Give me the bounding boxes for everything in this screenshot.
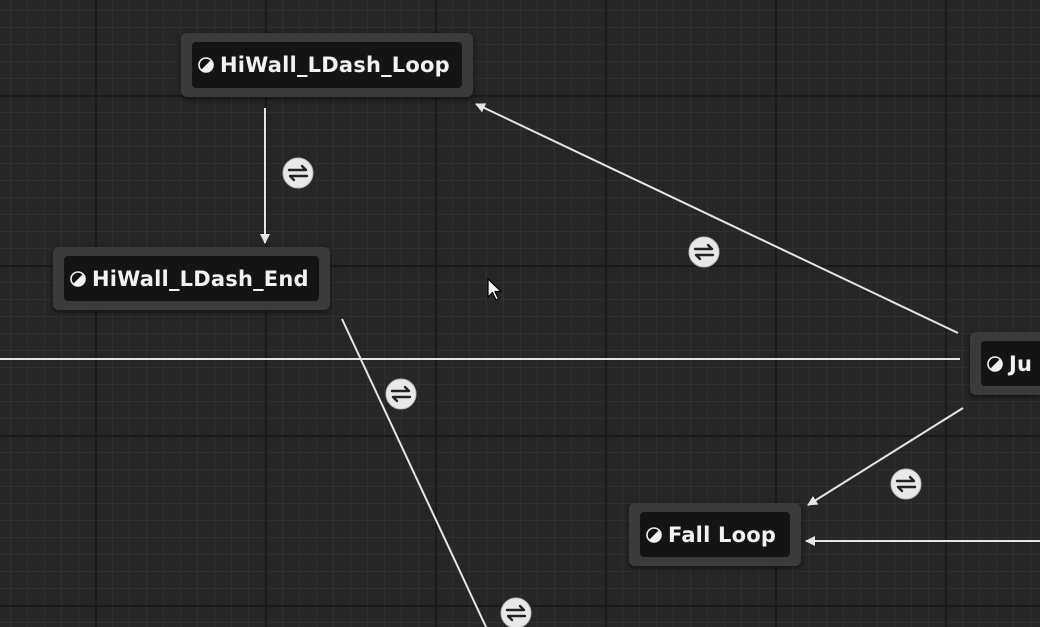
wire-jump-to-fall[interactable] [807, 407, 964, 506]
state-node-title: Fall Loop [640, 512, 790, 557]
state-node-hiwall-ldash-loop[interactable]: HiWall_LDash_Loop [181, 33, 473, 97]
state-machine-graph[interactable]: HiWall_LDash_Loop HiWall_LDash_End Ju Fa… [0, 0, 1040, 627]
state-node-title: HiWall_LDash_End [64, 256, 319, 301]
state-label: HiWall_LDash_End [92, 266, 309, 291]
state-node-title: HiWall_LDash_Loop [192, 42, 462, 88]
mouse-cursor-icon [487, 278, 502, 301]
state-machine-icon [70, 270, 86, 287]
state-node-title: Ju [981, 341, 1040, 386]
transition-rule-icon[interactable] [688, 236, 720, 268]
transition-wires [0, 103, 1040, 627]
wire-jump-to-loop[interactable] [475, 103, 959, 334]
wire-end-to-offscreen[interactable] [341, 318, 487, 627]
state-label: HiWall_LDash_Loop [220, 53, 450, 77]
state-machine-icon [987, 355, 1003, 372]
state-label: Ju [1009, 351, 1033, 376]
state-node-hiwall-ldash-end[interactable]: HiWall_LDash_End [53, 247, 330, 310]
transition-rule-icon[interactable] [890, 468, 922, 500]
state-machine-icon [646, 526, 662, 543]
state-label: Fall Loop [668, 522, 777, 547]
transition-rule-icon[interactable] [282, 157, 314, 189]
transition-rule-icon[interactable] [385, 378, 417, 410]
state-node-jump-partial[interactable]: Ju [970, 332, 1040, 395]
transition-rule-icon[interactable] [500, 597, 532, 627]
state-node-fall-loop[interactable]: Fall Loop [629, 503, 801, 566]
state-machine-icon [198, 57, 214, 73]
